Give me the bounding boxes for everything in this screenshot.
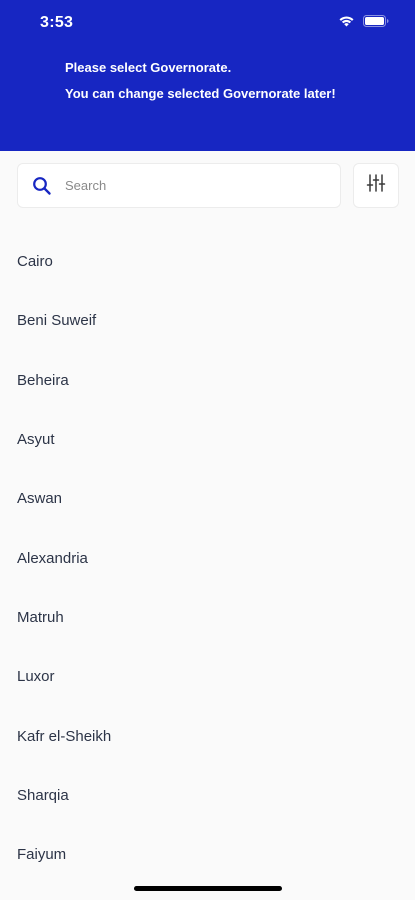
- wifi-icon: [338, 15, 355, 27]
- list-item[interactable]: Cairo: [0, 232, 415, 291]
- list-item[interactable]: Luxor: [0, 647, 415, 706]
- status-icons: [330, 15, 389, 27]
- header: 3:53 Please select Governorate. You can …: [0, 0, 415, 151]
- home-indicator[interactable]: [134, 886, 282, 891]
- status-time: 3:53: [40, 14, 74, 31]
- header-title: Please select Governorate.: [65, 60, 232, 75]
- list-item[interactable]: Aswan: [0, 469, 415, 528]
- battery-icon: [363, 15, 389, 27]
- search-box[interactable]: [17, 163, 341, 208]
- list-item[interactable]: Faiyum: [0, 825, 415, 884]
- list-item[interactable]: Matruh: [0, 588, 415, 647]
- list-item[interactable]: Alexandria: [0, 528, 415, 587]
- list-item[interactable]: Beni Suweif: [0, 291, 415, 350]
- search-icon: [32, 176, 52, 196]
- list-item[interactable]: Kafr el-Sheikh: [0, 706, 415, 765]
- sliders-icon: [366, 173, 386, 198]
- governorate-list: Cairo Beni Suweif Beheira Asyut Aswan Alexand…: [0, 232, 415, 884]
- filter-button[interactable]: [353, 163, 399, 208]
- list-item[interactable]: Asyut: [0, 410, 415, 469]
- search-input[interactable]: [65, 164, 325, 207]
- header-subtitle: You can change selected Governorate late…: [65, 86, 336, 101]
- list-item[interactable]: Sharqia: [0, 766, 415, 825]
- list-item[interactable]: Beheira: [0, 351, 415, 410]
- governorate-select-screen: 3:53 Please select Governorate. You can …: [0, 0, 415, 900]
